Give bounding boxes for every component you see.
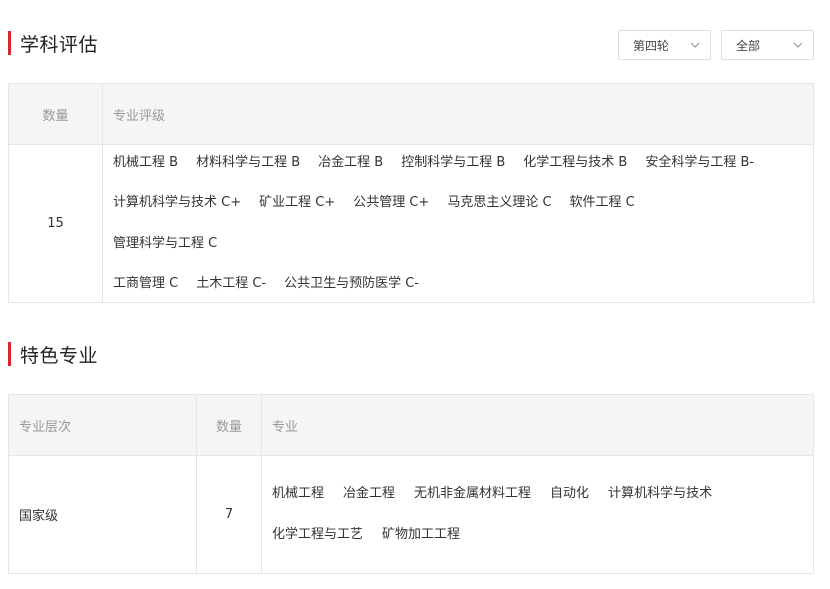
header-count: 数量 (197, 395, 262, 455)
evaluation-count: 15 (47, 216, 64, 231)
header-majors: 专业 (272, 419, 299, 435)
page: 学科评估 第四轮 全部 数量 专业评级 15 机械工程 B 材料科学与工程 B 冶金… (0, 0, 830, 589)
list-item[interactable]: 自动化 (550, 474, 589, 515)
table-header-row: 数量 专业评级 (9, 84, 813, 144)
header-level: 专业层次 (9, 395, 197, 455)
table-header-row: 专业层次 数量 专业 (9, 395, 813, 455)
list-item[interactable]: 化学工程与技术 B (523, 143, 627, 184)
list-item[interactable]: 无机非金属材料工程 (414, 474, 531, 515)
grade-list: 机械工程 B 材料科学与工程 B 冶金工程 B 控制科学与工程 B 化学工程与技术 B 安… (113, 145, 813, 302)
evaluation-section-header: 学科评估 (8, 30, 98, 56)
count-cell: 15 (9, 145, 103, 302)
list-item[interactable]: 管理科学与工程 C (113, 224, 217, 265)
list-item[interactable]: 土木工程 C- (196, 264, 266, 305)
list-item[interactable]: 马克思主义理论 C (447, 183, 551, 224)
accent-bar (8, 31, 11, 55)
list-item[interactable]: 公共卫生与预防医学 C- (284, 264, 419, 305)
grades-cell: 机械工程 B 材料科学与工程 B 冶金工程 B 控制科学与工程 B 化学工程与技术 B 安… (103, 145, 813, 302)
list-item[interactable]: 控制科学与工程 B (401, 143, 505, 184)
special-count: 7 (224, 507, 234, 522)
list-item[interactable]: 矿物加工工程 (382, 515, 460, 556)
scope-select-value: 全部 (736, 38, 761, 53)
list-item[interactable]: 材料科学与工程 B (196, 143, 300, 184)
list-item[interactable]: 工商管理 C (113, 264, 178, 305)
list-item[interactable]: 计算机科学与技术 (608, 474, 712, 515)
count-cell: 7 (197, 456, 262, 573)
majors-cell: 机械工程 冶金工程 无机非金属材料工程 自动化 计算机科学与技术化学工程与工艺 矿物加工工… (262, 456, 813, 573)
list-item[interactable]: 冶金工程 (343, 474, 395, 515)
special-level: 国家级 (19, 509, 59, 524)
chevron-down-icon (690, 42, 700, 48)
level-cell: 国家级 (9, 456, 197, 573)
list-item[interactable]: 矿业工程 C+ (259, 183, 335, 224)
special-section-header: 特色专业 (8, 341, 98, 367)
list-item[interactable]: 公共管理 C+ (353, 183, 429, 224)
round-select[interactable]: 第四轮 (618, 30, 711, 60)
chevron-down-icon (793, 42, 803, 48)
evaluation-table: 数量 专业评级 15 机械工程 B 材料科学与工程 B 冶金工程 B 控制科学与工程 … (8, 83, 814, 303)
round-select-value: 第四轮 (633, 38, 670, 53)
list-item[interactable]: 化学工程与工艺 (272, 515, 363, 556)
list-item[interactable]: 冶金工程 B (318, 143, 383, 184)
list-item[interactable]: 安全科学与工程 B- (645, 143, 754, 184)
accent-bar (8, 342, 11, 366)
scope-select[interactable]: 全部 (721, 30, 814, 60)
evaluation-title: 学科评估 (20, 33, 99, 56)
header-grades: 专业评级 (113, 108, 166, 124)
table-row: 国家级 7 机械工程 冶金工程 无机非金属材料工程 自动化 计算机科学与技术化学工程与工… (9, 455, 813, 573)
table-row: 15 机械工程 B 材料科学与工程 B 冶金工程 B 控制科学与工程 B 化学工程与技术… (9, 144, 813, 302)
header-count: 数量 (9, 84, 103, 144)
special-table: 专业层次 数量 专业 国家级 7 机械工程 冶金工程 无机非金属材料工程 自动化 计算机… (8, 394, 814, 574)
special-title: 特色专业 (20, 344, 99, 367)
list-item[interactable]: 计算机科学与技术 C+ (113, 183, 241, 224)
major-list: 机械工程 冶金工程 无机非金属材料工程 自动化 计算机科学与技术化学工程与工艺 矿物加工工… (272, 456, 813, 573)
list-item[interactable]: 机械工程 (272, 474, 324, 515)
list-item[interactable]: 软件工程 C (570, 183, 635, 224)
list-item[interactable]: 机械工程 B (113, 143, 178, 184)
